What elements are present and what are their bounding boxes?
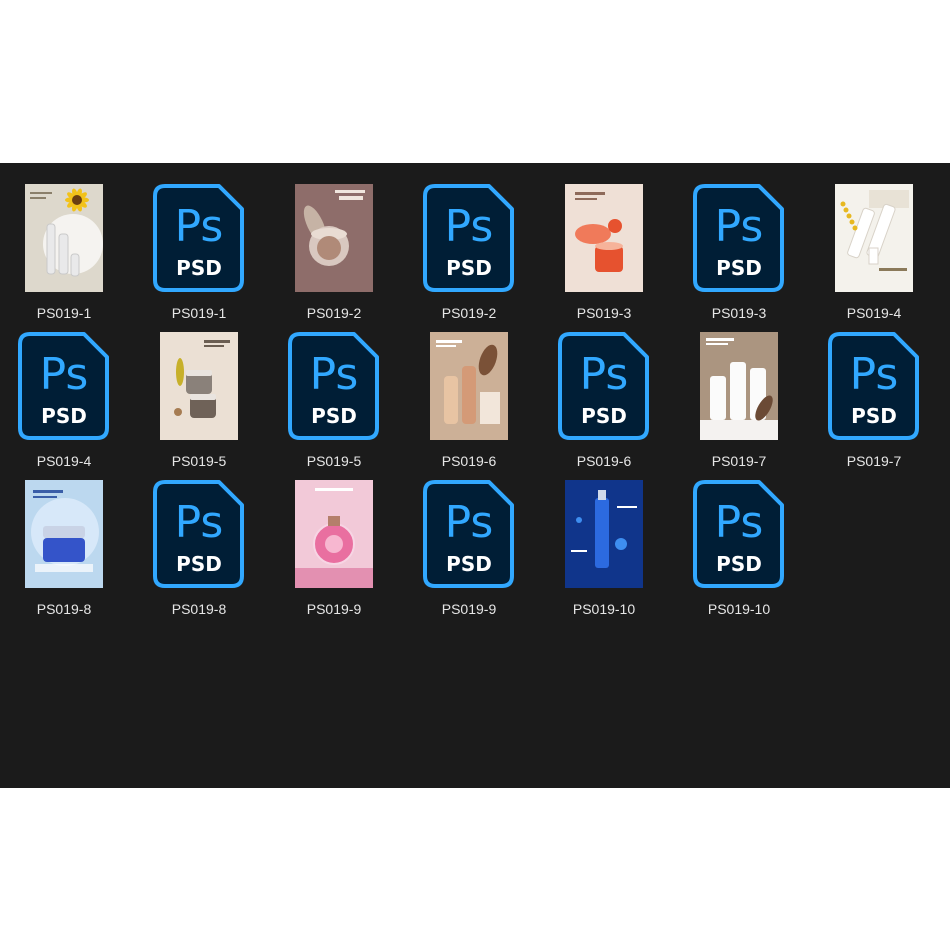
image-thumbnail bbox=[430, 332, 508, 440]
image-file-item[interactable]: PS019-4 bbox=[814, 163, 934, 321]
psd-file-icon: Ps PSD bbox=[828, 332, 919, 440]
file-name-label: PS019-8 bbox=[171, 601, 227, 617]
ps-text: Ps bbox=[445, 201, 494, 252]
psd-text: PSD bbox=[311, 404, 357, 428]
psd-text: PSD bbox=[716, 256, 762, 280]
image-file-item[interactable]: PS019-9 bbox=[274, 459, 394, 617]
psd-text: PSD bbox=[176, 256, 222, 280]
psd-text: PSD bbox=[176, 552, 222, 576]
psd-file-icon: Ps PSD bbox=[693, 184, 784, 292]
psd-file-item[interactable]: Ps PSD PS019-2 bbox=[409, 163, 529, 321]
psd-file-icon: Ps PSD bbox=[423, 480, 514, 588]
file-thumbnail: Ps PSD bbox=[139, 479, 259, 589]
psd-file-item[interactable]: Ps PSD PS019-1 bbox=[139, 163, 259, 321]
image-thumbnail bbox=[160, 332, 238, 440]
image-file-item[interactable]: PS019-10 bbox=[544, 459, 664, 617]
file-explorer-grid: PS019-1 Ps PSD PS019-1 PS019-2 Ps PSD PS019-2 PS… bbox=[0, 163, 950, 788]
psd-file-item[interactable]: Ps PSD PS019-8 bbox=[139, 459, 259, 617]
psd-text: PSD bbox=[851, 404, 897, 428]
image-thumbnail bbox=[25, 480, 103, 588]
psd-file-item[interactable]: Ps PSD PS019-7 bbox=[814, 311, 934, 469]
image-thumbnail bbox=[295, 184, 373, 292]
image-file-item[interactable]: PS019-1 bbox=[4, 163, 124, 321]
ps-text: Ps bbox=[40, 349, 89, 400]
image-thumbnail bbox=[835, 184, 913, 292]
file-thumbnail bbox=[274, 479, 394, 589]
file-thumbnail: Ps PSD bbox=[679, 183, 799, 293]
file-thumbnail: Ps PSD bbox=[544, 331, 664, 441]
file-thumbnail: Ps PSD bbox=[4, 331, 124, 441]
file-thumbnail bbox=[139, 331, 259, 441]
image-file-item[interactable]: PS019-8 bbox=[4, 459, 124, 617]
ps-text: Ps bbox=[445, 497, 494, 548]
ps-text: Ps bbox=[850, 349, 899, 400]
psd-file-item[interactable]: Ps PSD PS019-9 bbox=[409, 459, 529, 617]
image-file-item[interactable]: PS019-5 bbox=[139, 311, 259, 469]
image-thumbnail bbox=[25, 184, 103, 292]
file-thumbnail bbox=[409, 331, 529, 441]
file-thumbnail bbox=[4, 183, 124, 293]
file-thumbnail: Ps PSD bbox=[409, 183, 529, 293]
file-thumbnail: Ps PSD bbox=[409, 479, 529, 589]
psd-file-icon: Ps PSD bbox=[558, 332, 649, 440]
psd-file-icon: Ps PSD bbox=[423, 184, 514, 292]
ps-text: Ps bbox=[310, 349, 359, 400]
psd-text: PSD bbox=[41, 404, 87, 428]
file-thumbnail: Ps PSD bbox=[679, 479, 799, 589]
psd-file-icon: Ps PSD bbox=[153, 184, 244, 292]
ps-text: Ps bbox=[715, 497, 764, 548]
file-thumbnail bbox=[274, 183, 394, 293]
image-thumbnail bbox=[700, 332, 778, 440]
file-name-label: PS019-10 bbox=[707, 601, 771, 617]
file-thumbnail bbox=[544, 183, 664, 293]
image-file-item[interactable]: PS019-7 bbox=[679, 311, 799, 469]
psd-file-icon: Ps PSD bbox=[288, 332, 379, 440]
ps-text: Ps bbox=[580, 349, 629, 400]
ps-text: Ps bbox=[175, 497, 224, 548]
psd-text: PSD bbox=[581, 404, 627, 428]
file-name-label: PS019-9 bbox=[441, 601, 497, 617]
file-thumbnail bbox=[4, 479, 124, 589]
psd-file-item[interactable]: Ps PSD PS019-10 bbox=[679, 459, 799, 617]
file-name-label: PS019-8 bbox=[36, 601, 92, 617]
psd-text: PSD bbox=[446, 552, 492, 576]
file-thumbnail: Ps PSD bbox=[814, 331, 934, 441]
image-file-item[interactable]: PS019-2 bbox=[274, 163, 394, 321]
file-thumbnail bbox=[814, 183, 934, 293]
psd-file-item[interactable]: Ps PSD PS019-6 bbox=[544, 311, 664, 469]
psd-file-item[interactable]: Ps PSD PS019-5 bbox=[274, 311, 394, 469]
file-name-label: PS019-9 bbox=[306, 601, 362, 617]
psd-file-icon: Ps PSD bbox=[693, 480, 784, 588]
image-thumbnail bbox=[565, 480, 643, 588]
image-thumbnail bbox=[295, 480, 373, 588]
image-file-item[interactable]: PS019-3 bbox=[544, 163, 664, 321]
image-thumbnail bbox=[565, 184, 643, 292]
file-thumbnail bbox=[544, 479, 664, 589]
image-file-item[interactable]: PS019-6 bbox=[409, 311, 529, 469]
psd-text: PSD bbox=[716, 552, 762, 576]
ps-text: Ps bbox=[715, 201, 764, 252]
ps-text: Ps bbox=[175, 201, 224, 252]
file-thumbnail: Ps PSD bbox=[274, 331, 394, 441]
file-name-label: PS019-7 bbox=[846, 453, 902, 469]
file-thumbnail bbox=[679, 331, 799, 441]
psd-file-icon: Ps PSD bbox=[18, 332, 109, 440]
psd-file-item[interactable]: Ps PSD PS019-4 bbox=[4, 311, 124, 469]
file-name-label: PS019-10 bbox=[572, 601, 636, 617]
psd-file-icon: Ps PSD bbox=[153, 480, 244, 588]
file-thumbnail: Ps PSD bbox=[139, 183, 259, 293]
psd-file-item[interactable]: Ps PSD PS019-3 bbox=[679, 163, 799, 321]
psd-text: PSD bbox=[446, 256, 492, 280]
